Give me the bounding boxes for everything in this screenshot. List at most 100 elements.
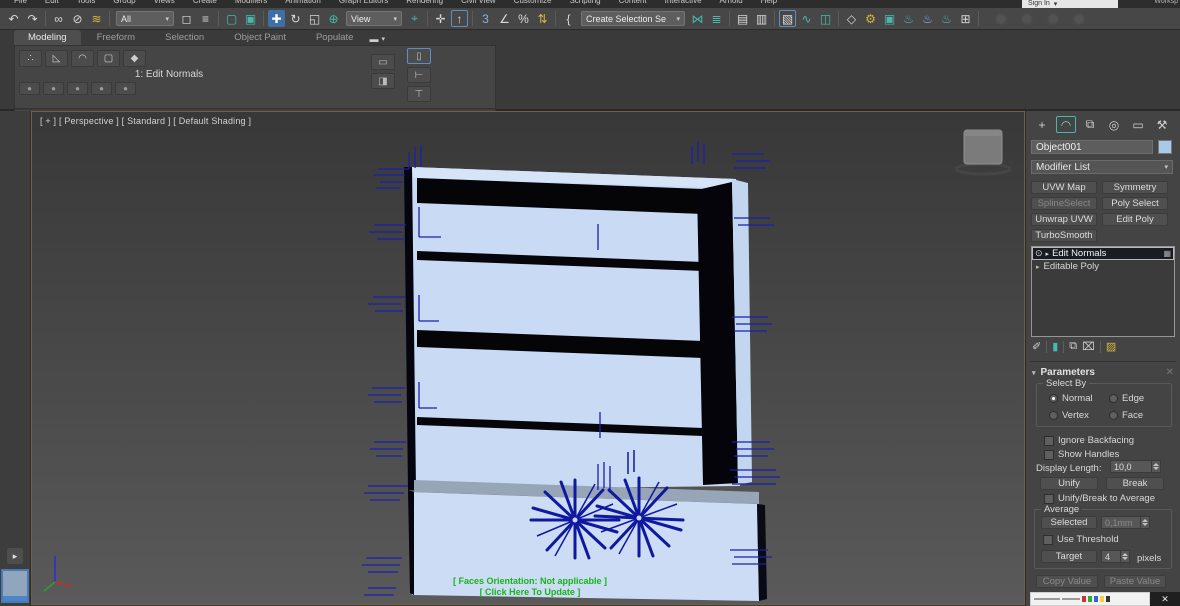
render-setup-icon[interactable]: ⚙: [862, 10, 879, 27]
symmetry-button[interactable]: Symmetry: [1102, 181, 1168, 194]
select-and-manipulate-icon[interactable]: ✛: [432, 10, 449, 27]
menu-arnold[interactable]: Arnold: [720, 0, 743, 5]
use-threshold-checkbox[interactable]: Use Threshold: [1043, 534, 1119, 545]
select-and-rotate-icon[interactable]: ↻: [287, 10, 304, 27]
edit-poly-button[interactable]: Edit Poly: [1102, 213, 1168, 226]
object-color-swatch[interactable]: [1158, 140, 1172, 154]
parameters-rollout-header[interactable]: ▾ Parameters ✕: [1032, 367, 1174, 378]
modifier-list-dropdown[interactable]: Modifier List ▾: [1031, 160, 1173, 174]
pm-tool-2-icon[interactable]: ●: [43, 82, 64, 95]
select-and-scale-icon[interactable]: ◱: [306, 10, 323, 27]
toggle-ribbon-icon[interactable]: ▧: [779, 10, 796, 27]
menu-file[interactable]: File: [14, 0, 27, 5]
pm-tool-1-icon[interactable]: ●: [19, 82, 40, 95]
utilities-tab-icon[interactable]: ⚒: [1152, 116, 1172, 133]
menu-create[interactable]: Create: [193, 0, 217, 5]
close-notification-button[interactable]: ✕: [1150, 592, 1180, 606]
target-pixels-spinner[interactable]: 4: [1101, 550, 1130, 563]
unlink-selection-icon[interactable]: ⊘: [69, 10, 86, 27]
menu-civil-view[interactable]: Civil View: [461, 0, 496, 5]
strip-expand-arrow[interactable]: ▸: [7, 548, 23, 564]
undo-icon[interactable]: ↶: [5, 10, 22, 27]
ignore-backfacing-checkbox[interactable]: Ignore Backfacing: [1044, 435, 1134, 446]
pm-preview-1-icon[interactable]: ▭: [371, 54, 395, 70]
mirror-icon[interactable]: ⋈: [689, 10, 706, 27]
use-pivot-point-center-icon[interactable]: ⌖: [406, 10, 423, 27]
reference-coordinate-dropdown[interactable]: View ▾: [346, 11, 402, 26]
turbosmooth-button[interactable]: TurboSmooth: [1031, 229, 1097, 242]
snap-toggle-3d-icon[interactable]: 3: [477, 10, 494, 27]
unwrap-uvw-button[interactable]: Unwrap UVW: [1031, 213, 1097, 226]
select-and-link-icon[interactable]: ∞: [50, 10, 67, 27]
vertex-subobject-icon[interactable]: ∴: [19, 50, 42, 67]
polygon-subobject-icon[interactable]: ▢: [97, 50, 120, 67]
percent-snap-icon[interactable]: %: [515, 10, 532, 27]
object-name-field[interactable]: Object001: [1031, 140, 1153, 154]
uvw-map-button[interactable]: UVW Map: [1031, 181, 1097, 194]
visibility-eye-icon[interactable]: ⊙: [1035, 248, 1043, 259]
break-button[interactable]: Break: [1106, 477, 1164, 490]
create-tab-icon[interactable]: +: [1032, 116, 1052, 133]
stack-row-editable-poly[interactable]: ▸ Editable Poly: [1032, 260, 1174, 273]
configure-modifier-sets-icon[interactable]: ▨: [1106, 340, 1116, 353]
pm-preview-2-icon[interactable]: ◨: [371, 73, 395, 89]
menu-tools[interactable]: Tools: [77, 0, 96, 5]
menu-customize[interactable]: Customize: [514, 0, 552, 5]
menu-modifiers[interactable]: Modifiers: [235, 0, 267, 5]
edit-named-selection-sets-icon[interactable]: {: [560, 10, 577, 27]
show-handles-checkbox[interactable]: Show Handles: [1044, 449, 1119, 460]
edge-subobject-icon[interactable]: ◺: [45, 50, 68, 67]
tab-freeform[interactable]: Freeform: [83, 30, 150, 45]
select-by-name-icon[interactable]: ≡: [197, 10, 214, 27]
window-crossing-icon[interactable]: ▣: [242, 10, 259, 27]
radio-edge[interactable]: Edge: [1109, 393, 1144, 404]
render-production-icon[interactable]: ♨: [900, 10, 917, 27]
poly-select-button[interactable]: Poly Select: [1102, 197, 1168, 210]
pm-tool-3-icon[interactable]: ●: [67, 82, 88, 95]
menu-animation[interactable]: Animation: [285, 0, 321, 5]
sign-in-button[interactable]: Sign In ▾: [1022, 0, 1118, 8]
select-and-move-icon[interactable]: ✚: [268, 10, 285, 27]
redo-icon[interactable]: ↷: [24, 10, 41, 27]
align-icon[interactable]: ≣: [708, 10, 725, 27]
display-length-spinner[interactable]: 10,0: [1110, 460, 1161, 473]
menu-help[interactable]: Help: [761, 0, 777, 5]
schematic-view-icon[interactable]: ◇: [843, 10, 860, 27]
mini-viewport-thumbnail[interactable]: [1, 569, 29, 603]
select-object-icon[interactable]: ◻: [178, 10, 195, 27]
selected-button[interactable]: Selected: [1041, 516, 1097, 529]
named-selection-sets-dropdown[interactable]: Create Selection Se ▾: [581, 11, 685, 26]
keyboard-shortcut-override-icon[interactable]: ↑: [451, 10, 468, 27]
render-online-icon[interactable]: ♨: [938, 10, 955, 27]
pm-pin-icon[interactable]: ⊢: [407, 67, 431, 83]
select-and-place-icon[interactable]: ⊕: [325, 10, 342, 27]
pm-panel-toggle-icon[interactable]: ▯: [407, 48, 431, 64]
menu-group[interactable]: Group: [113, 0, 135, 5]
render-grid-icon[interactable]: ⊞: [957, 10, 974, 27]
radio-face[interactable]: Face: [1109, 410, 1143, 421]
hud-update-link[interactable]: [ Click Here To Update ]: [410, 587, 650, 598]
radio-vertex[interactable]: Vertex: [1049, 410, 1089, 421]
element-subobject-icon[interactable]: ◆: [123, 50, 146, 67]
spinner-arrows-icon[interactable]: [1152, 460, 1161, 473]
radio-normal[interactable]: Normal: [1049, 393, 1093, 404]
make-unique-icon[interactable]: ⧉: [1069, 340, 1077, 353]
viewport-label[interactable]: [ + ] [ Perspective ] [ Standard ] [ Def…: [40, 116, 251, 126]
pm-widget-icon[interactable]: ⊤: [407, 86, 431, 102]
expand-arrow-icon[interactable]: ▸: [1036, 263, 1040, 271]
tab-selection[interactable]: Selection: [151, 30, 218, 45]
menu-graph-editors[interactable]: Graph Editors: [339, 0, 388, 5]
display-tab-icon[interactable]: ▭: [1128, 116, 1148, 133]
toggle-layer-explorer-icon[interactable]: ▥: [753, 10, 770, 27]
tab-populate[interactable]: Populate: [302, 30, 368, 45]
curve-editor-icon[interactable]: ∿: [798, 10, 815, 27]
toggle-scene-explorer-icon[interactable]: ▤: [734, 10, 751, 27]
menu-scripting[interactable]: Scripting: [569, 0, 600, 5]
unify-break-average-checkbox[interactable]: Unify/Break to Average: [1044, 493, 1155, 504]
dope-sheet-icon[interactable]: ◫: [817, 10, 834, 27]
spinner-arrows-icon[interactable]: [1121, 550, 1130, 563]
spinner-snap-icon[interactable]: ⇅: [534, 10, 551, 27]
menu-rendering[interactable]: Rendering: [406, 0, 443, 5]
viewport-canvas[interactable]: [ + ] [ Perspective ] [ Standard ] [ Def…: [31, 111, 1025, 605]
remove-modifier-icon[interactable]: ⌧: [1082, 340, 1095, 353]
